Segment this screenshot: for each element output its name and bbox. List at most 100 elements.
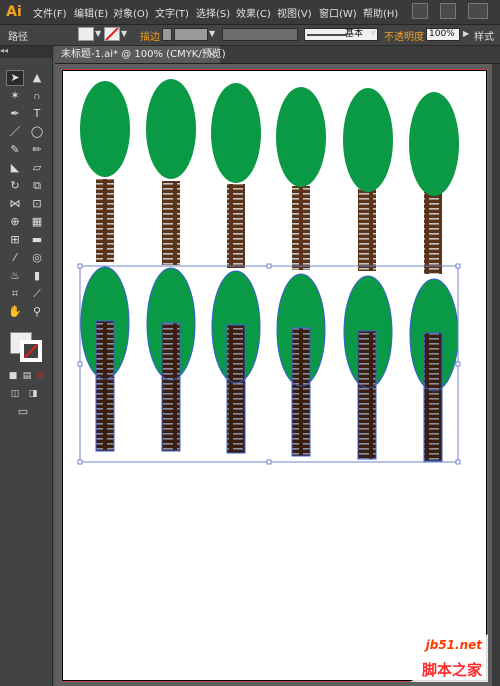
tree-crown: [80, 81, 130, 177]
selection-bounding-box: [79, 265, 459, 463]
tree-trunk: [227, 325, 245, 453]
document-tab[interactable]: 未标题-1.ai* @ 100% (CMYK/预览) ×: [55, 46, 226, 63]
menu-effect[interactable]: 效果(C): [236, 5, 271, 20]
column-graph-tool-icon[interactable]: ▮: [28, 268, 46, 284]
tree-trunk: [292, 186, 310, 270]
hand-tool-icon[interactable]: ✋: [6, 304, 24, 320]
close-icon[interactable]: ×: [208, 46, 216, 63]
scale-tool-icon[interactable]: ⧉: [28, 178, 46, 194]
selection-tool-icon[interactable]: ➤: [6, 70, 24, 86]
canvas-area[interactable]: jb51.net 脚本之家: [55, 64, 492, 686]
magic-wand-tool-icon[interactable]: ✶: [6, 88, 24, 104]
tree-trunk: [227, 184, 245, 268]
stroke-weight-field[interactable]: [174, 28, 208, 41]
none-mode-icon[interactable]: ⊘: [32, 368, 50, 384]
artboard[interactable]: [62, 70, 487, 681]
tools-panel: ◂◂ ➤ ▲ ✶ ဂ ✒ T ／ ◯ ✎ ✏ ◣ ▱ ↻ ⧉ ⋈ ⊡ ⊕ ▦ ⊞…: [0, 46, 53, 686]
pencil-tool-icon[interactable]: ✏: [28, 142, 46, 158]
fill-swatch[interactable]: [78, 27, 94, 41]
vertical-scrollbar[interactable]: [492, 64, 500, 686]
tree-crown: [409, 92, 459, 196]
document-tab-bar: 未标题-1.ai* @ 100% (CMYK/预览) ×: [55, 46, 500, 64]
tree-trunk: [162, 181, 180, 265]
draw-behind-icon[interactable]: ◨: [24, 386, 42, 402]
shape-builder-tool-icon[interactable]: ⊕: [6, 214, 24, 230]
tree-trunk: [424, 333, 442, 461]
symbol-sprayer-tool-icon[interactable]: ♨: [6, 268, 24, 284]
tree-trunk: [358, 331, 376, 459]
eyedropper-tool-icon[interactable]: ⁄: [6, 250, 24, 266]
bridge-icon[interactable]: [412, 3, 428, 19]
menu-help[interactable]: 帮助(H): [363, 5, 398, 20]
app-logo: Ai: [6, 4, 22, 20]
tree-crown: [343, 88, 393, 192]
no-stroke-icon: [105, 27, 119, 41]
menu-object[interactable]: 对象(O): [113, 5, 149, 20]
perspective-grid-tool-icon[interactable]: ▦: [28, 214, 46, 230]
tree-trunk: [96, 179, 114, 262]
tree-trunk: [292, 328, 310, 456]
tree-crown: [276, 87, 326, 187]
tree-row-top: [80, 79, 459, 274]
menu-select[interactable]: 选择(S): [196, 5, 230, 20]
menu-view[interactable]: 视图(V): [277, 5, 312, 20]
mesh-tool-icon[interactable]: ⊞: [6, 232, 24, 248]
slice-tool-icon[interactable]: ⟋: [28, 286, 46, 302]
chevron-down-icon[interactable]: ▼: [370, 29, 376, 38]
free-transform-tool-icon[interactable]: ⊡: [28, 196, 46, 212]
variable-width-profile[interactable]: [222, 28, 298, 41]
zoom-tool-icon[interactable]: ⚲: [28, 304, 46, 320]
tree-crown: [146, 79, 196, 179]
paintbrush-tool-icon[interactable]: ✎: [6, 142, 24, 158]
tree-trunk: [96, 321, 114, 451]
ellipse-tool-icon[interactable]: ◯: [28, 124, 46, 140]
watermark-url: jb51.net: [425, 638, 482, 652]
brush-definition[interactable]: 基本: [304, 28, 378, 41]
chevron-down-icon[interactable]: ▼: [95, 29, 101, 38]
arrange-documents-icon[interactable]: [440, 3, 456, 19]
stroke-weight-stepper[interactable]: [162, 28, 172, 41]
watermark: jb51.net 脚本之家: [390, 634, 488, 682]
style-label[interactable]: 样式: [474, 28, 494, 43]
selection-type-label: 路径: [8, 32, 28, 43]
blend-tool-icon[interactable]: ◎: [28, 250, 46, 266]
stroke-label[interactable]: 描边: [140, 28, 160, 43]
draw-mode-icon[interactable]: ◫: [6, 386, 24, 402]
type-tool-icon[interactable]: T: [28, 106, 46, 122]
pen-tool-icon[interactable]: ✒: [6, 106, 24, 122]
stroke-line-icon: [307, 34, 347, 36]
tree-crown: [211, 83, 261, 183]
bounding-box-handles: [77, 263, 461, 465]
width-tool-icon[interactable]: ⋈: [6, 196, 24, 212]
stroke-swatch[interactable]: [104, 27, 120, 41]
menu-bar: Ai 文件(F) 编辑(E) 对象(O) 文字(T) 选择(S) 效果(C) 视…: [0, 0, 500, 25]
opacity-field[interactable]: 100%: [426, 28, 460, 41]
line-tool-icon[interactable]: ／: [6, 124, 24, 140]
menu-window[interactable]: 窗口(W): [319, 5, 357, 20]
menu-type[interactable]: 文字(T): [155, 5, 189, 20]
chevron-down-icon[interactable]: ▼: [209, 29, 215, 38]
lasso-tool-icon[interactable]: ဂ: [28, 88, 46, 104]
tree-trunk: [162, 323, 180, 451]
menu-file[interactable]: 文件(F): [33, 5, 67, 20]
document-title: 未标题-1.ai* @ 100% (CMYK/预览): [61, 49, 226, 60]
eraser-tool-icon[interactable]: ▱: [28, 160, 46, 176]
panel-collapse-bar[interactable]: ◂◂: [0, 46, 52, 58]
menu-edit[interactable]: 编辑(E): [74, 5, 108, 20]
fill-stroke-widget[interactable]: [8, 330, 48, 366]
chevron-right-icon[interactable]: ▶: [463, 29, 469, 38]
workspace-switcher-icon[interactable]: [468, 3, 488, 19]
direct-selection-tool-icon[interactable]: ▲: [28, 70, 46, 86]
tree-row-selected: [77, 263, 461, 465]
control-bar: 路径 ▼ ▼ 描边 ▼ 基本 ▼ 不透明度 100% ▶ 样式: [0, 25, 500, 46]
opacity-label[interactable]: 不透明度: [384, 28, 424, 43]
chevron-down-icon[interactable]: ▼: [121, 29, 127, 38]
blob-brush-tool-icon[interactable]: ◣: [6, 160, 24, 176]
watermark-name: 脚本之家: [421, 661, 482, 679]
screen-mode-icon[interactable]: ▭: [14, 404, 32, 420]
stroke-color-icon[interactable]: [20, 340, 42, 362]
artwork: [77, 79, 461, 465]
gradient-tool-icon[interactable]: ▬: [28, 232, 46, 248]
artboard-tool-icon[interactable]: ⌗: [6, 286, 24, 302]
rotate-tool-icon[interactable]: ↻: [6, 178, 24, 194]
